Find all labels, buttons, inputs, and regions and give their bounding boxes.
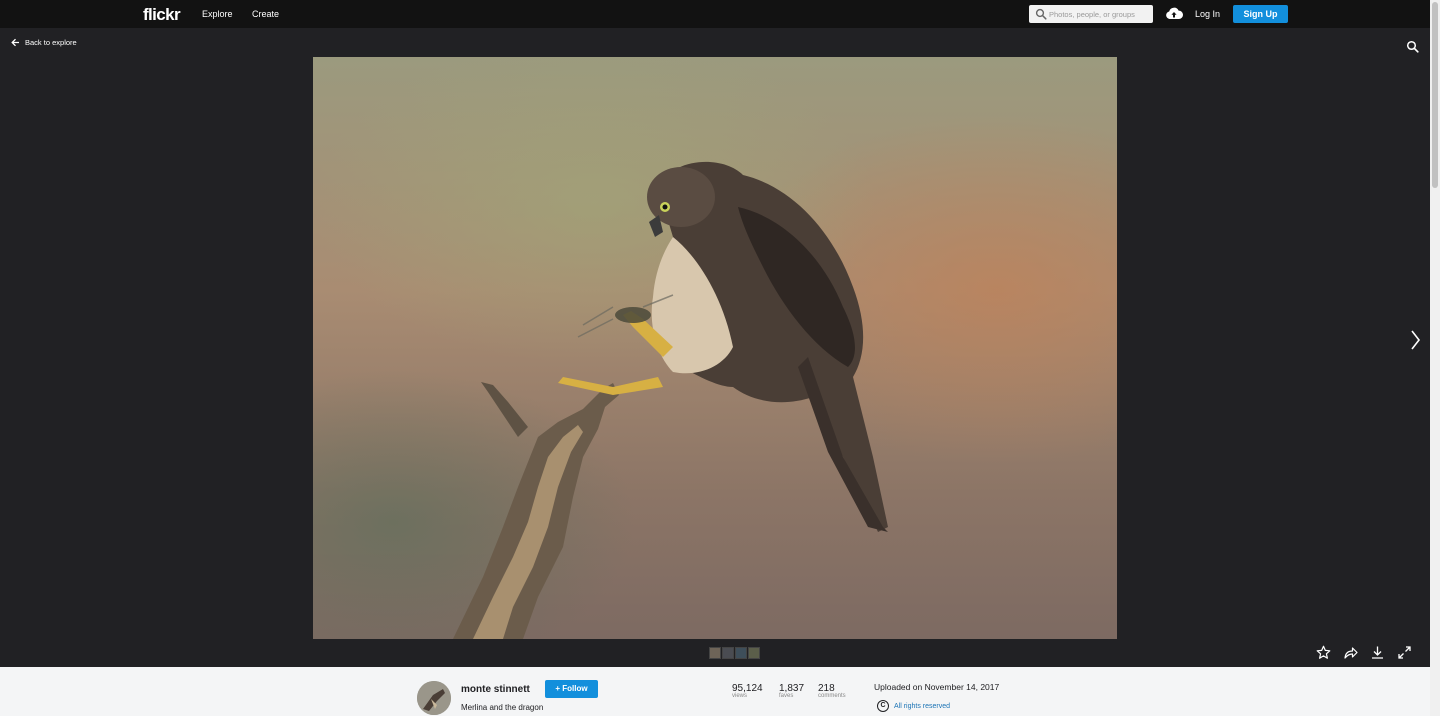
- thumbnail[interactable]: [735, 647, 747, 659]
- thumbnail[interactable]: [722, 647, 734, 659]
- comments-label: comments: [818, 693, 846, 699]
- nav-explore[interactable]: Explore: [202, 9, 233, 19]
- license-label[interactable]: All rights reserved: [894, 703, 950, 710]
- search-input[interactable]: [1049, 7, 1149, 21]
- main-photo[interactable]: [313, 57, 1117, 639]
- follow-button[interactable]: + Follow: [545, 680, 598, 698]
- license-info[interactable]: C All rights reserved: [877, 700, 950, 712]
- flickr-logo[interactable]: flickr: [143, 5, 181, 25]
- views-stat: 95,124 views: [732, 683, 763, 699]
- login-link[interactable]: Log In: [1195, 9, 1220, 19]
- follow-label: Follow: [562, 684, 588, 693]
- scrollbar-thumb[interactable]: [1432, 2, 1438, 188]
- download-icon[interactable]: [1370, 645, 1385, 660]
- photo-info-bar: monte stinnett + Follow Merlina and the …: [0, 667, 1430, 716]
- search-icon: [1035, 8, 1047, 20]
- faves-stat: 1,837 faves: [779, 683, 804, 699]
- nav-create[interactable]: Create: [252, 9, 279, 19]
- search-box[interactable]: [1029, 5, 1153, 23]
- avatar[interactable]: [417, 681, 451, 715]
- avatar-image: [417, 681, 451, 715]
- copyright-icon: C: [877, 700, 889, 712]
- photo-thumbnails: [709, 647, 760, 659]
- page-scrollbar[interactable]: [1430, 0, 1440, 716]
- star-icon[interactable]: [1316, 645, 1331, 660]
- back-to-explore-link[interactable]: Back to explore: [11, 38, 77, 47]
- photo-title: Merlina and the dragon: [461, 703, 544, 712]
- fullscreen-icon[interactable]: [1397, 645, 1412, 660]
- signup-button[interactable]: Sign Up: [1233, 5, 1288, 23]
- search-icon[interactable]: [1406, 40, 1419, 53]
- comments-stat: 218 comments: [818, 683, 846, 699]
- upload-icon[interactable]: [1165, 6, 1183, 22]
- next-arrow-icon[interactable]: [1408, 328, 1422, 352]
- thumbnail[interactable]: [748, 647, 760, 659]
- thumbnail[interactable]: [709, 647, 721, 659]
- upload-date: Uploaded on November 14, 2017: [874, 682, 1000, 692]
- share-icon[interactable]: [1343, 645, 1358, 660]
- back-label: Back to explore: [25, 38, 77, 47]
- owner-name[interactable]: monte stinnett: [461, 684, 530, 695]
- photo-illustration: [453, 161, 888, 639]
- top-nav: flickr Explore Create Log In Sign Up: [0, 0, 1440, 28]
- back-arrow-icon: [11, 38, 19, 47]
